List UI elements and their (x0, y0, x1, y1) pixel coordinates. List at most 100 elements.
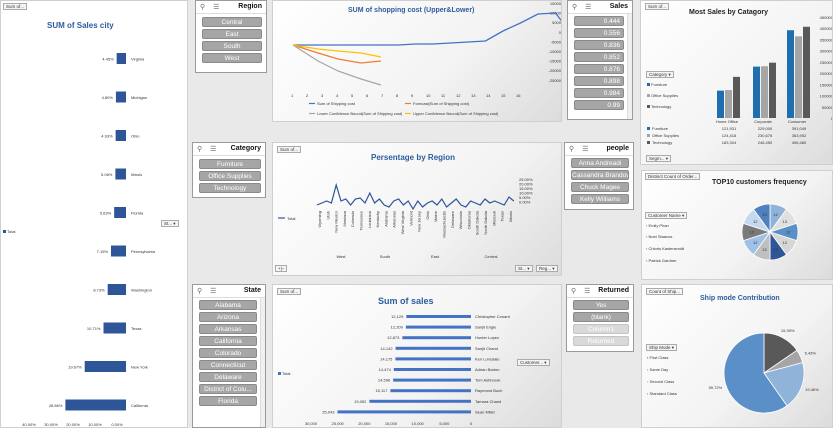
region-item-south[interactable]: South (202, 41, 262, 51)
top10-pie-svg: 12 13 12 12 13 13 12 13 12 13 (741, 203, 799, 261)
category-slicer[interactable]: ⚲ ☰ Category Furniture Office Supplies Te… (192, 142, 266, 198)
sales-axis-tick: 15,000 (385, 421, 398, 426)
region-item-west[interactable]: West (202, 53, 262, 63)
category-y-tick: 200000 (820, 71, 833, 76)
people-slicer[interactable]: ⚲ ☰ people Anna Andreadi Cassandra Brando… (564, 142, 634, 210)
shipping-legend-label: Forecast(Sum of Shipping cost) (413, 101, 470, 106)
returned-item-returned[interactable]: Returned (573, 336, 629, 346)
people-item[interactable]: Anna Andreadi (571, 158, 629, 168)
top10-slice-label: 13 (773, 247, 778, 252)
sales-bar (369, 399, 471, 403)
sales-item[interactable]: 0.898 (574, 76, 624, 86)
category-bar (769, 62, 776, 118)
returned-slicer[interactable]: ⚲ ☰ Returned Yes (blank) Column1 Returned (566, 284, 634, 352)
city-bar (115, 130, 126, 141)
city-axis-tick: 10.00% (88, 422, 102, 427)
segment-filter-button[interactable]: Segm... ▾ (646, 155, 672, 162)
slicer-filter-icons[interactable]: ⚲ ☰ (197, 287, 219, 295)
region-item-east[interactable]: East (202, 29, 262, 39)
state-slicer-scrollbar[interactable] (260, 298, 265, 427)
region-pct-line (316, 182, 515, 211)
category-table-value: 124,418 (722, 133, 737, 138)
slicer-filter-icons[interactable]: ⚲ ☰ (571, 287, 593, 295)
shipping-legend-label: Lower Confidence Bound(Sum of Shipping c… (317, 111, 403, 116)
slicer-filter-icons[interactable]: ⚲ ☰ (569, 145, 591, 153)
region-percentage-chart: Sum of... Persentage by Region 25.00% 20.… (272, 142, 562, 276)
region-pct-state-label: Missouri (491, 211, 496, 226)
state-item[interactable]: Alabama (199, 300, 257, 310)
people-slicer-items: Anna Andreadi Cassandra Brandow Chuck Ma… (565, 156, 633, 204)
city-name-label: Ohio (131, 134, 140, 139)
shipping-x-tick: 5 (351, 93, 354, 98)
state-item[interactable]: Delaware (199, 372, 257, 382)
region-pct-expand-button[interactable]: +|− (275, 265, 288, 272)
top10-slice-label: 13 (762, 212, 767, 217)
region-item-central[interactable]: Central (202, 17, 262, 27)
city-name-label: Virginia (131, 57, 145, 62)
sales-item[interactable]: 0.444 (574, 16, 624, 26)
category-item-furniture[interactable]: Furniture (199, 159, 261, 169)
people-item[interactable]: Chuck Magee (571, 182, 629, 192)
sales-item[interactable]: 0.852 (574, 52, 624, 62)
slicer-filter-icons[interactable]: ⚲ ☰ (572, 3, 594, 11)
state-item[interactable]: Connecticut (199, 360, 257, 370)
sales-slicer-scrollbar[interactable] (627, 14, 632, 119)
shipping-legend-label: Upper Confidence Bound(Sum of Shipping c… (413, 111, 499, 116)
region-filter-button[interactable]: Reg... ▾ (536, 265, 558, 272)
state-item[interactable]: District of Colu... (199, 384, 257, 394)
category-y-tick: 100000 (820, 94, 833, 99)
sum-of-sales-chart: Sum of... Sum of sales Total Customer...… (272, 284, 562, 428)
sales-name-label: Tamara Chand (475, 399, 501, 404)
state-item[interactable]: Arkansas (199, 324, 257, 334)
region-slicer[interactable]: ⚲ ☰ Region Central East South West (195, 0, 267, 73)
sales-item[interactable]: 0.99 (574, 100, 624, 110)
category-table-name: Office Supplies (652, 133, 679, 138)
region-pct-state-label: Delaware (450, 210, 455, 228)
city-bar-label: 5.63% (100, 211, 112, 216)
category-table-value: 183,304 (722, 140, 737, 145)
city-axis-tick: 40.00% (22, 422, 36, 427)
state-item[interactable]: California (199, 336, 257, 346)
city-axis-tick: 30.00% (44, 422, 58, 427)
city-bar-label: 28.86% (49, 403, 63, 408)
region-pct-state-label: Louisiana (367, 210, 372, 228)
sales-item[interactable]: 0.556 (574, 28, 624, 38)
top10-slice-label: 12 (753, 240, 758, 245)
category-item-office[interactable]: Office Supplies (199, 171, 261, 181)
state-item[interactable]: Arizona (199, 312, 257, 322)
category-item-tech[interactable]: Technology (199, 183, 261, 193)
sales-axis-tick: 20,000 (358, 421, 371, 426)
slicer-filter-icons[interactable]: ⚲ ☰ (197, 145, 219, 153)
category-table-swatch (647, 127, 650, 130)
category-segment-label: Consumer (788, 119, 807, 124)
region-pct-state-label: Tennessee (359, 210, 364, 230)
people-item[interactable]: Kelly Williams (571, 194, 629, 204)
state-item[interactable]: Florida (199, 396, 257, 406)
category-table-value: 229,000 (758, 126, 773, 131)
shipping-x-tick: 2 (306, 93, 309, 98)
returned-item-column1[interactable]: Column1 (573, 324, 629, 334)
slicer-filter-icons[interactable]: ⚲ ☰ (200, 3, 222, 11)
sales-item[interactable]: 0.984 (574, 88, 624, 98)
shipping-x-tick: 11 (441, 93, 446, 98)
state-filter-button[interactable]: St... ▾ (515, 265, 533, 272)
city-bar-label: 4.45% (102, 57, 114, 62)
shipping-y-tick: -5000 (551, 39, 562, 44)
sales-name-label: Raymond Buch (475, 388, 502, 393)
state-slicer[interactable]: ⚲ ☰ State Alabama Arizona Arkansas Califo… (192, 284, 266, 428)
returned-item-yes[interactable]: Yes (573, 300, 629, 310)
sales-item[interactable]: 0.836 (574, 40, 624, 50)
shipping-x-tick: 13 (471, 93, 476, 98)
state-item[interactable]: Colorado (199, 348, 257, 358)
region-pct-state-label: South Dakota (475, 210, 480, 235)
sales-item[interactable]: 0.876 (574, 64, 624, 74)
city-name-label: Illinois (131, 172, 142, 177)
people-item[interactable]: Cassandra Brandow (571, 170, 629, 180)
category-sales-chart: Sum of... Most Sales by Catagory Categor… (640, 0, 833, 165)
city-bar-label: 7.15% (97, 249, 109, 254)
returned-item-blank[interactable]: (blank) (573, 312, 629, 322)
dropdown-icon: ▾ (551, 266, 555, 271)
sales-bar (390, 389, 471, 393)
dropdown-icon: ▾ (526, 266, 530, 271)
sales-slicer[interactable]: ⚲ ☰ Sales 0.444 0.556 0.836 0.852 0.876 0… (567, 0, 633, 120)
